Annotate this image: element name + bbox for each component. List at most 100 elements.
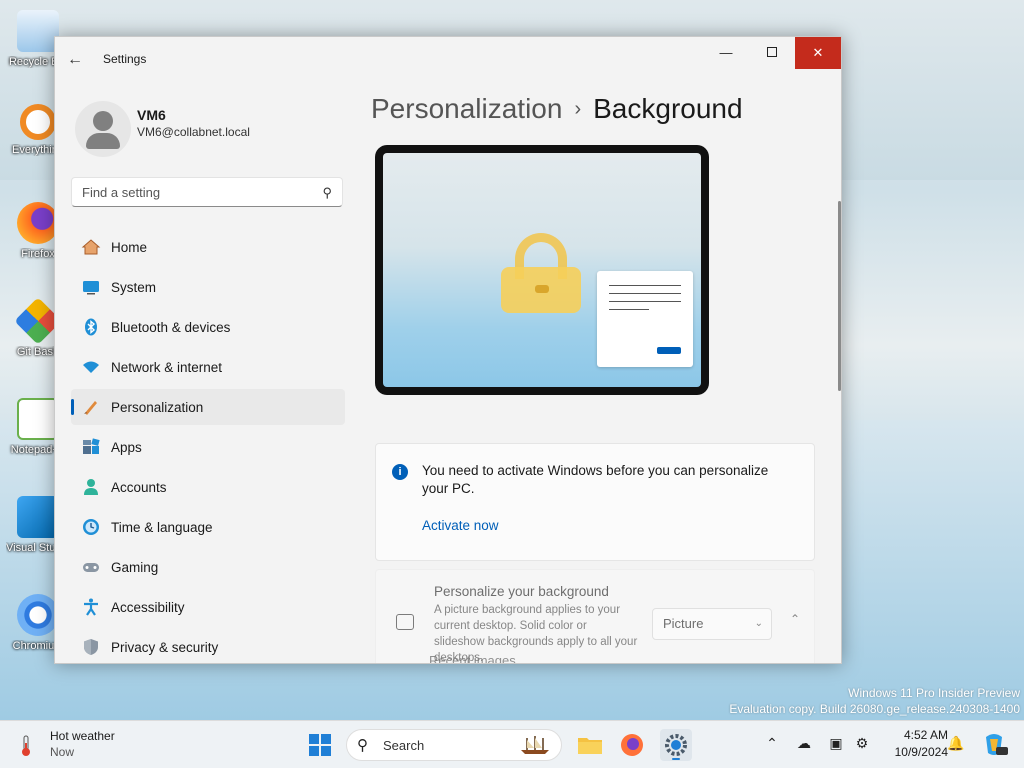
sidebar-item-label: Accessibility: [111, 599, 185, 615]
vscode-icon: [17, 496, 59, 538]
activate-now-link[interactable]: Activate now: [422, 518, 499, 533]
sidebar-item-network[interactable]: Network & internet: [71, 349, 345, 385]
clock-icon: [83, 519, 99, 535]
search-input[interactable]: [72, 178, 302, 206]
sidebar-nav: Home System Bluetooth & devices Network …: [71, 229, 345, 663]
clock[interactable]: 4:52 AM 10/9/2024: [878, 727, 948, 761]
taskbar-search-label: Search: [383, 738, 425, 753]
activation-infobar: i You need to activate Windows before yo…: [375, 443, 815, 561]
activation-message: You need to activate Windows before you …: [422, 463, 769, 496]
avatar-head: [93, 111, 113, 131]
wifi-icon: [83, 361, 99, 373]
close-button[interactable]: ✕: [795, 37, 841, 69]
sidebar-item-apps[interactable]: Apps: [71, 429, 345, 465]
card-line: [609, 285, 681, 286]
watermark-edition: Windows 11 Pro Insider Preview: [848, 686, 1020, 700]
card-line: [609, 309, 649, 310]
shield-icon: [84, 639, 98, 655]
sidebar-item-personalization[interactable]: Personalization: [71, 389, 345, 425]
maximize-button[interactable]: [749, 37, 795, 69]
copilot-icon[interactable]: [978, 729, 1010, 761]
maximize-icon: [767, 47, 777, 57]
chevron-up-icon[interactable]: ⌃: [762, 735, 782, 752]
sidebar-item-label: System: [111, 279, 157, 295]
home-icon: [81, 239, 101, 255]
sidebar-item-label: Apps: [111, 439, 142, 455]
settings-taskbar-icon[interactable]: [660, 729, 692, 761]
system-icon: [83, 281, 99, 295]
sidebar-item-label: Home: [111, 239, 148, 255]
breadcrumb-separator: ›: [574, 98, 582, 120]
search-icon: ⚲: [322, 185, 332, 200]
lock-keyhole: [535, 285, 549, 293]
firefox-icon: [17, 202, 59, 244]
preview-screen: [383, 153, 701, 387]
everything-icon: [20, 104, 56, 140]
search-icon: ⚲: [357, 737, 368, 754]
lock-icon: [501, 233, 581, 313]
chromium-icon: [17, 594, 59, 636]
page-title: Background: [593, 93, 743, 124]
sidebar-item-label: Time & language: [111, 519, 213, 535]
file-explorer-icon[interactable]: [574, 729, 606, 761]
avatar-body: [86, 133, 120, 149]
sidebar-item-privacy-security[interactable]: Privacy & security: [71, 629, 345, 663]
sidebar-item-label: Accounts: [111, 479, 167, 495]
volume-muted-icon[interactable]: ⚙: [852, 735, 872, 752]
main-content: Personalization › Background i You need …: [371, 81, 841, 663]
weather-subtitle: Now: [50, 745, 75, 759]
profile-name: VM6: [137, 107, 166, 123]
preview-window-card: [597, 271, 693, 367]
chevron-up-icon[interactable]: ⌃: [790, 612, 800, 626]
back-button[interactable]: ←: [67, 51, 89, 71]
card-line: [609, 301, 681, 302]
notepad-plus-plus-icon: [17, 398, 59, 440]
sidebar-item-gaming[interactable]: Gaming: [71, 549, 345, 585]
network-icon[interactable]: ▣: [826, 735, 846, 752]
sidebar-item-accessibility[interactable]: Accessibility: [71, 589, 345, 625]
sidebar-item-time-language[interactable]: Time & language: [71, 509, 345, 545]
sidebar-item-label: Network & internet: [111, 359, 223, 375]
chevron-down-icon: ⌄: [754, 618, 763, 629]
app-title: Settings: [103, 52, 147, 66]
minimize-button[interactable]: —: [703, 37, 749, 69]
sidebar-item-label: Privacy & security: [111, 639, 219, 655]
picture-icon: [396, 614, 414, 630]
sidebar-item-bluetooth[interactable]: Bluetooth & devices: [71, 309, 345, 345]
sidebar-item-system[interactable]: System: [71, 269, 345, 305]
taskbar-search[interactable]: ⚲ Search: [346, 729, 562, 761]
clock-date: 10/9/2024: [894, 745, 948, 759]
title-bar: ← Settings — ✕: [55, 37, 841, 81]
card-button: [657, 347, 681, 354]
firefox-icon[interactable]: [616, 729, 648, 761]
sidebar-item-label: Gaming: [111, 559, 159, 575]
weather-title: Hot weather: [50, 729, 115, 743]
sidebar-item-home[interactable]: Home: [71, 229, 345, 265]
start-button[interactable]: [304, 729, 336, 761]
card-line: [609, 293, 681, 294]
scrollbar[interactable]: [838, 201, 841, 391]
select-value: Picture: [663, 616, 704, 631]
avatar[interactable]: [75, 101, 131, 157]
info-icon: i: [392, 464, 408, 480]
profile-email: VM6@collabnet.local: [137, 125, 250, 139]
sidebar-item-accounts[interactable]: Accounts: [71, 469, 345, 505]
brush-icon: [84, 401, 97, 415]
clock-time: 4:52 AM: [903, 728, 948, 742]
weather-widget[interactable]: Hot weather Now: [14, 729, 174, 761]
breadcrumb: Personalization › Background: [371, 93, 743, 125]
recycle-bin-icon: [17, 10, 59, 52]
search-box[interactable]: ⚲: [71, 177, 343, 207]
background-type-select[interactable]: Picture ⌄: [652, 608, 772, 640]
apps-icon: [83, 438, 100, 454]
settings-window: ← Settings — ✕ VM6 VM6@collabnet.local ⚲…: [54, 36, 842, 664]
accessibility-icon: [84, 598, 98, 616]
sidebar-item-label: Personalization: [111, 399, 204, 415]
bluetooth-icon: [85, 318, 97, 336]
cloud-offline-icon[interactable]: ☁: [794, 735, 814, 752]
bell-icon[interactable]: 🔔: [946, 735, 966, 752]
background-preview: [375, 145, 709, 395]
breadcrumb-parent[interactable]: Personalization: [371, 93, 562, 124]
accounts-icon: [84, 479, 98, 495]
gamepad-icon: [83, 563, 99, 572]
